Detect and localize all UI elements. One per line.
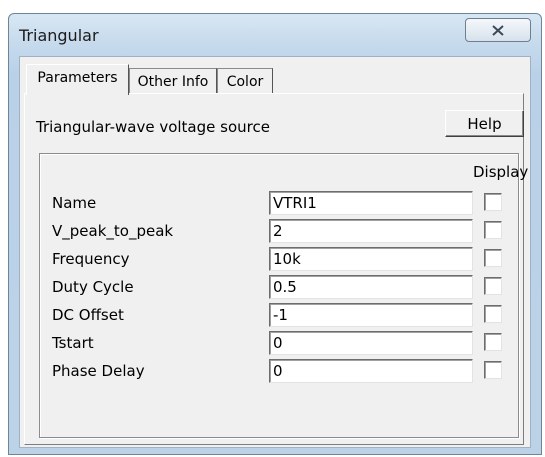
param-label: Phase Delay [52, 362, 145, 380]
display-column-header: Display [473, 163, 529, 181]
param-row-name: Name VTRI1 [40, 189, 520, 217]
tab-label: Parameters [37, 70, 118, 86]
tab-label: Other Info [137, 74, 209, 90]
param-label: Tstart [52, 334, 94, 352]
param-label: Frequency [52, 250, 130, 268]
source-description: Triangular-wave voltage source [36, 118, 270, 136]
window-title: Triangular [19, 26, 99, 45]
close-button[interactable] [465, 18, 531, 42]
close-icon [492, 24, 504, 36]
param-label: DC Offset [52, 306, 124, 324]
param-label: V_peak_to_peak [52, 222, 174, 240]
display-checkbox[interactable] [484, 333, 502, 351]
dc-offset-field[interactable]: -1 [269, 303, 473, 327]
param-row-frequency: Frequency 10k [40, 245, 520, 273]
tab-color[interactable]: Color [217, 68, 273, 94]
tab-parameters[interactable]: Parameters [26, 64, 129, 95]
param-row-dc-offset: DC Offset -1 [40, 301, 520, 329]
display-checkbox[interactable] [484, 277, 502, 295]
frequency-field[interactable]: 10k [269, 247, 473, 271]
dialog-window: Triangular Parameters Other Info Color T… [8, 13, 542, 455]
dialog-client-area: Parameters Other Info Color Triangular-w… [19, 56, 531, 448]
display-checkbox[interactable] [484, 193, 502, 211]
param-row-duty-cycle: Duty Cycle 0.5 [40, 273, 520, 301]
param-row-phase-delay: Phase Delay 0 [40, 357, 520, 385]
tab-other-info[interactable]: Other Info [129, 68, 217, 94]
name-field[interactable]: VTRI1 [269, 191, 473, 215]
tab-label: Color [226, 74, 264, 90]
param-label: Duty Cycle [52, 278, 134, 296]
display-checkbox[interactable] [484, 249, 502, 267]
parameters-panel: Triangular-wave voltage source Help Disp… [24, 93, 528, 445]
v-peak-to-peak-field[interactable]: 2 [269, 219, 473, 243]
display-checkbox[interactable] [484, 221, 502, 239]
display-checkbox[interactable] [484, 361, 502, 379]
help-button[interactable]: Help [445, 110, 524, 137]
parameters-group: Display Name VTRI1 V_peak_to_peak 2 Freq… [39, 153, 528, 438]
display-checkbox[interactable] [484, 305, 502, 323]
param-row-v-peak-to-peak: V_peak_to_peak 2 [40, 217, 520, 245]
param-label: Name [52, 194, 97, 212]
phase-delay-field[interactable]: 0 [269, 359, 473, 383]
param-row-tstart: Tstart 0 [40, 329, 520, 357]
duty-cycle-field[interactable]: 0.5 [269, 275, 473, 299]
tstart-field[interactable]: 0 [269, 331, 473, 355]
